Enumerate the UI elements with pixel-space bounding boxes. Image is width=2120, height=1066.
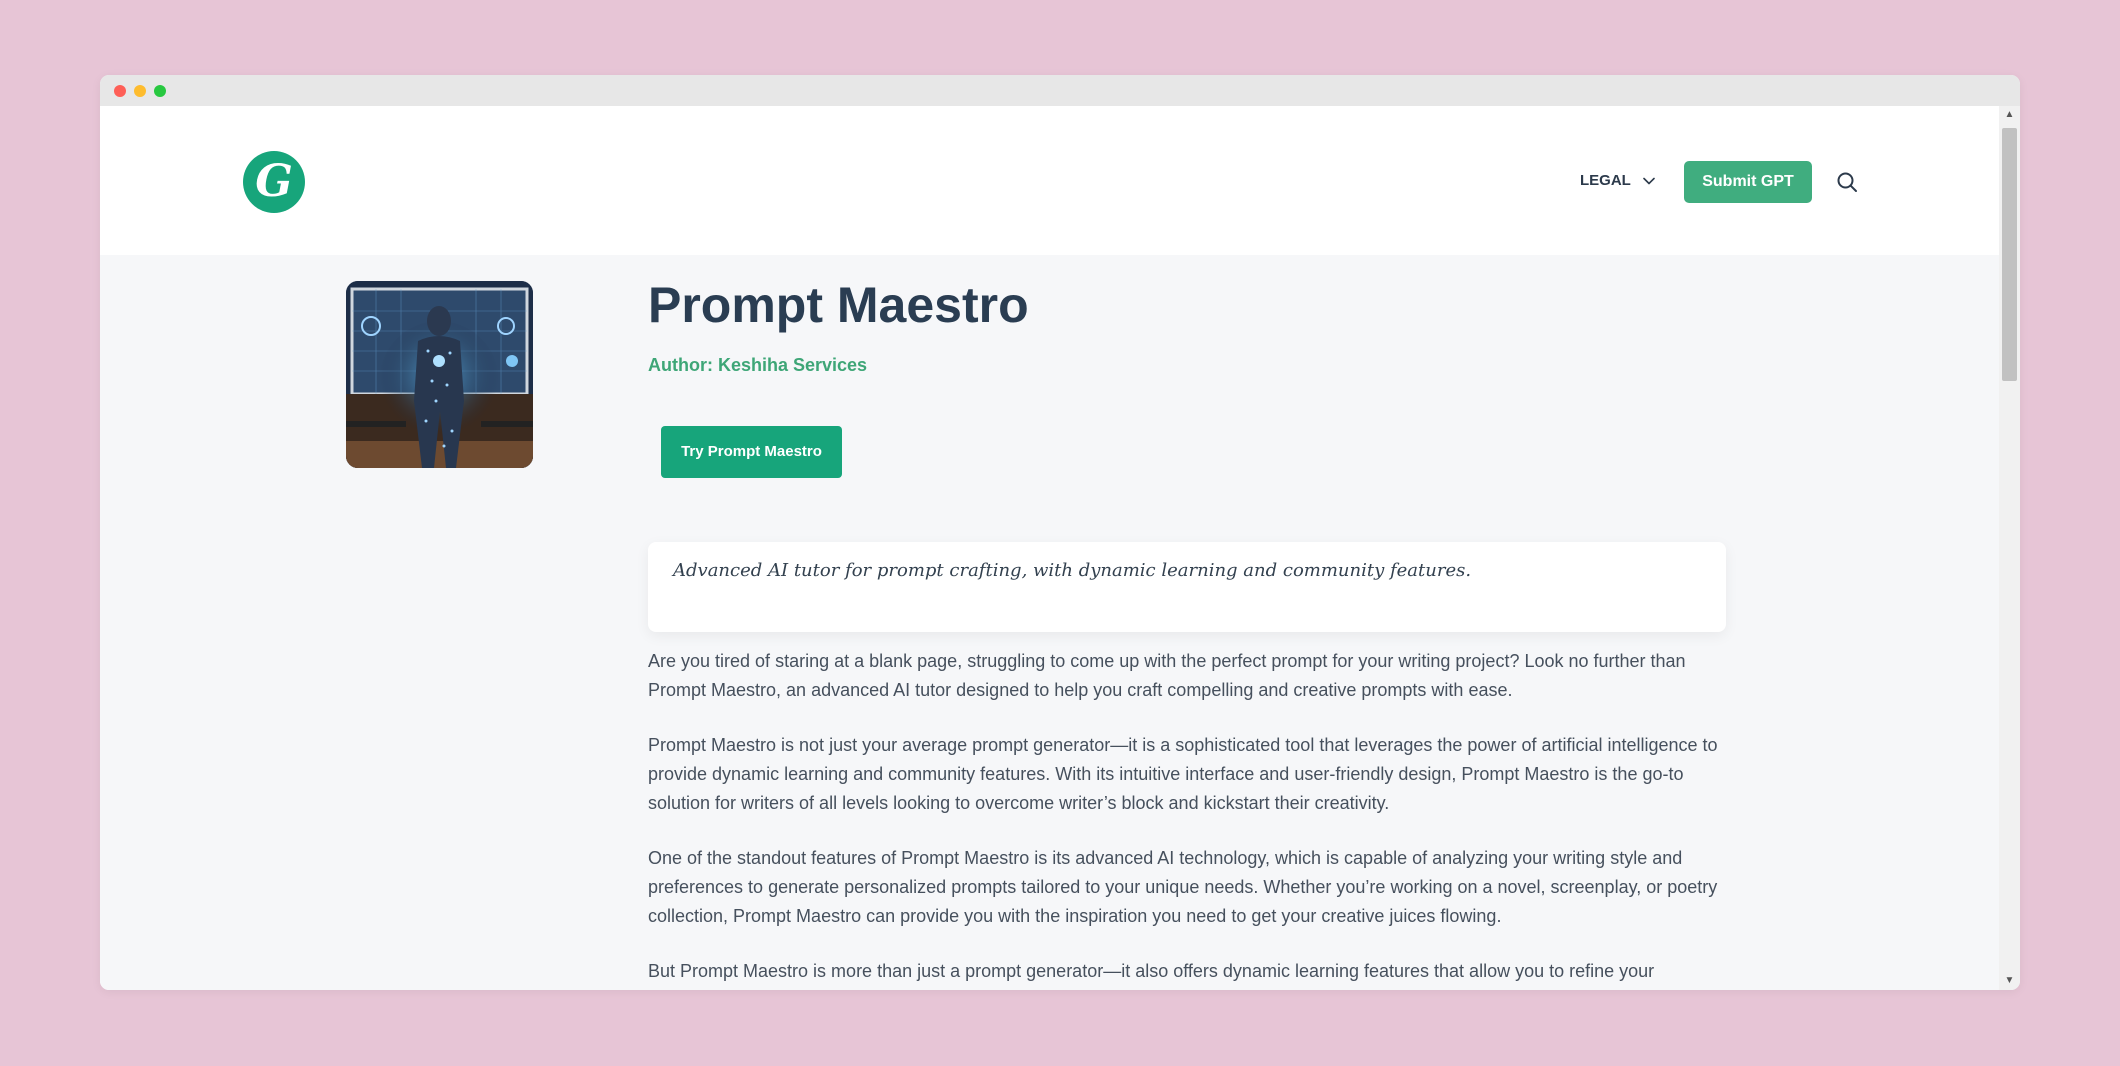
site-logo[interactable]: G: [243, 151, 305, 213]
gpt-thumbnail-image: [346, 281, 533, 468]
nav-legal-label: LEGAL: [1580, 172, 1631, 189]
site-header: G LEGAL Submit GPT: [100, 106, 1999, 255]
scroll-up-arrow-icon[interactable]: ▲: [1999, 106, 2020, 124]
minimize-window-button[interactable]: [134, 85, 146, 97]
description-paragraph: But Prompt Maestro is more than just a p…: [648, 961, 1655, 981]
description-paragraph: Are you tired of staring at a blank page…: [648, 651, 1686, 700]
submit-gpt-button[interactable]: Submit GPT: [1684, 161, 1812, 203]
close-window-button[interactable]: [114, 85, 126, 97]
author-label[interactable]: Author: Keshiha Services: [648, 355, 867, 376]
maximize-window-button[interactable]: [154, 85, 166, 97]
search-icon[interactable]: [1835, 170, 1859, 194]
description-paragraph: One of the standout features of Prompt M…: [648, 848, 1718, 926]
chevron-down-icon: [1642, 177, 1655, 185]
try-gpt-button[interactable]: Try Prompt Maestro: [661, 426, 842, 478]
browser-window: G LEGAL Submit GPT Prompt Maestro Author…: [100, 75, 2020, 990]
window-titlebar: [100, 75, 2020, 106]
logo-letter: G: [255, 156, 293, 207]
scrollbar-thumb[interactable]: [2002, 128, 2017, 381]
tagline-text: Advanced AI tutor for prompt crafting, w…: [673, 560, 1472, 581]
scroll-down-arrow-icon[interactable]: ▼: [1999, 972, 2020, 990]
description-body: Are you tired of staring at a blank page…: [648, 647, 1726, 990]
page-title: Prompt Maestro: [648, 277, 1029, 333]
nav-legal-dropdown[interactable]: LEGAL: [1580, 168, 1655, 194]
vertical-scrollbar[interactable]: ▲ ▼: [1999, 106, 2020, 990]
tagline-card: Advanced AI tutor for prompt crafting, w…: [648, 542, 1726, 632]
page-viewport: G LEGAL Submit GPT Prompt Maestro Author…: [100, 106, 1999, 990]
description-paragraph: Prompt Maestro is not just your average …: [648, 735, 1718, 813]
